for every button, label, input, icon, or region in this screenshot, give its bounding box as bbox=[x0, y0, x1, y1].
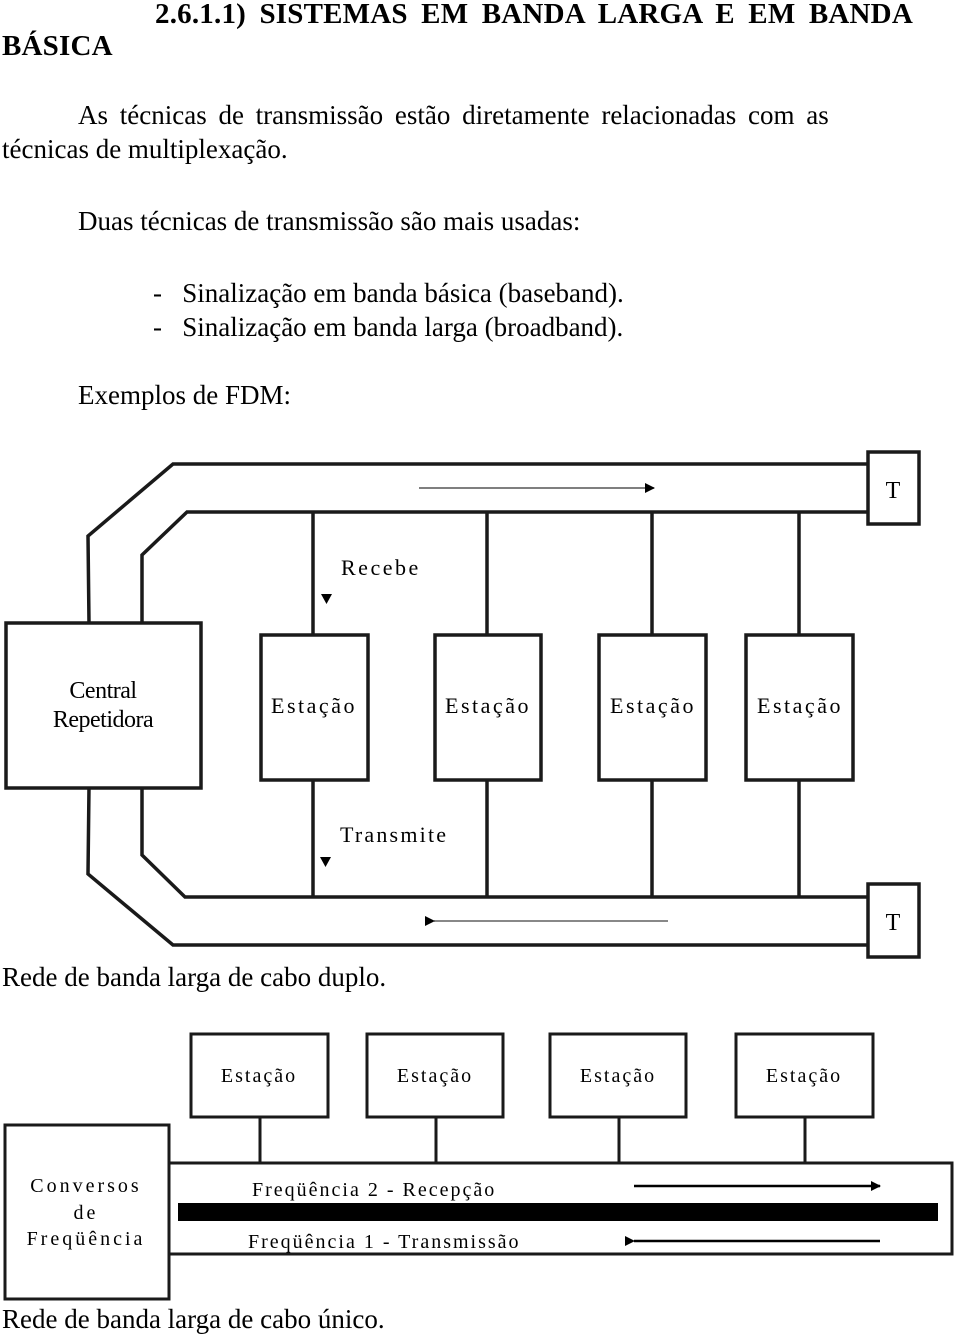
central-label-line1: Central bbox=[69, 678, 137, 704]
single-station-label-3: Estação bbox=[580, 1065, 656, 1087]
station-label-4: Estação bbox=[757, 693, 843, 718]
receive-down-triangle-icon bbox=[321, 594, 332, 604]
station-label-1: Estação bbox=[271, 693, 357, 718]
single-station-label-4: Estação bbox=[766, 1065, 842, 1087]
transmit-down-triangle-icon bbox=[320, 857, 331, 867]
station-label-2: Estação bbox=[445, 693, 531, 718]
single-station-label-2: Estação bbox=[397, 1065, 473, 1087]
freq2-label: Freqüência 2 - Recepção bbox=[252, 1179, 496, 1201]
freq1-label: Freqüência 1 - Transmissão bbox=[248, 1231, 521, 1253]
single-station-label-1: Estação bbox=[221, 1065, 297, 1087]
central-label-line2: Repetidora bbox=[53, 707, 154, 733]
central-repetidora-box bbox=[4, 621, 203, 790]
station-label-3: Estação bbox=[610, 693, 696, 718]
transmit-label: Transmite bbox=[340, 822, 448, 847]
terminator-bottom-label: T bbox=[886, 910, 901, 936]
converter-label-line3: Freqüência bbox=[27, 1228, 146, 1250]
bottom-cable-inner bbox=[140, 787, 868, 899]
converter-label-line1: Conversos bbox=[30, 1175, 141, 1197]
top-cable-inner bbox=[140, 510, 868, 623]
converter-label-line2: de bbox=[74, 1202, 99, 1224]
receive-label: Recebe bbox=[341, 555, 421, 580]
caption-dual-cable: Rede de banda larga de cabo duplo. bbox=[2, 962, 387, 992]
diagrams-canvas: T T Recebe Transmite Central Repetidora … bbox=[3, 450, 954, 1301]
terminator-top-label: T bbox=[886, 478, 901, 504]
single-cable-core bbox=[178, 1203, 938, 1221]
caption-single-cable: Rede de banda larga de cabo único. bbox=[2, 1304, 385, 1334]
